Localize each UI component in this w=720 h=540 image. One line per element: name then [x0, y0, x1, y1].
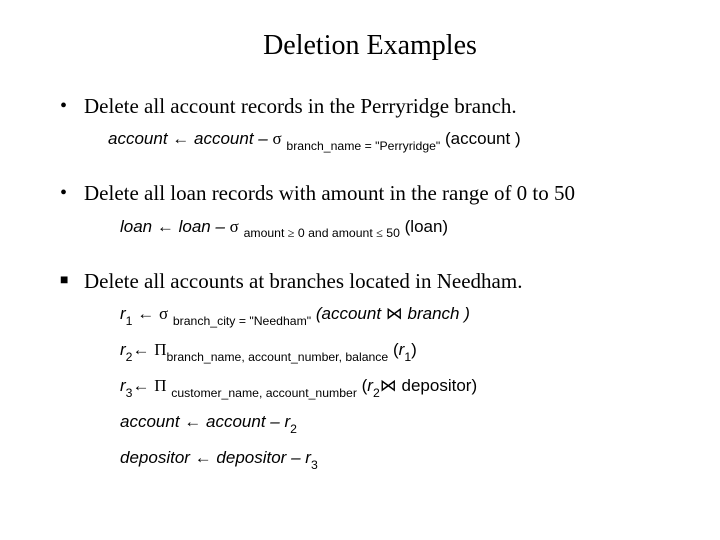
bullet-icon: •	[60, 179, 84, 207]
formula-line: r2← Πbranch_name, account_number, balanc…	[120, 336, 680, 366]
item-text: Delete all account records in the Perryr…	[84, 92, 517, 121]
join-icon	[386, 300, 403, 327]
list-item: ■ Delete all accounts at branches locate…	[60, 267, 680, 474]
formula: account ← account – σ branch_name = "Per…	[108, 125, 680, 155]
join-icon	[380, 372, 397, 399]
formula-line: depositor ← depositor – r3	[120, 444, 680, 474]
formula-line: r1 ← σ branch_city = "Needham" (account …	[120, 300, 680, 330]
bullet-icon: •	[60, 92, 84, 120]
list-item: • Delete all account records in the Perr…	[60, 92, 680, 155]
list-item: • Delete all loan records with amount in…	[60, 179, 680, 242]
formula-line: account ← account – r2	[120, 408, 680, 438]
bullet-icon: ■	[60, 267, 84, 295]
item-text: Delete all accounts at branches located …	[84, 267, 522, 296]
page-title: Deletion Examples	[60, 30, 680, 62]
formula-block: r1 ← σ branch_city = "Needham" (account …	[120, 300, 680, 474]
formula: loan ← loan – σ amount ≥ 0 and amount ≤ …	[120, 213, 680, 243]
item-text: Delete all loan records with amount in t…	[84, 179, 575, 208]
slide: Deletion Examples • Delete all account r…	[0, 0, 720, 518]
formula-line: r3← Π customer_name, account_number (r2 …	[120, 372, 680, 402]
